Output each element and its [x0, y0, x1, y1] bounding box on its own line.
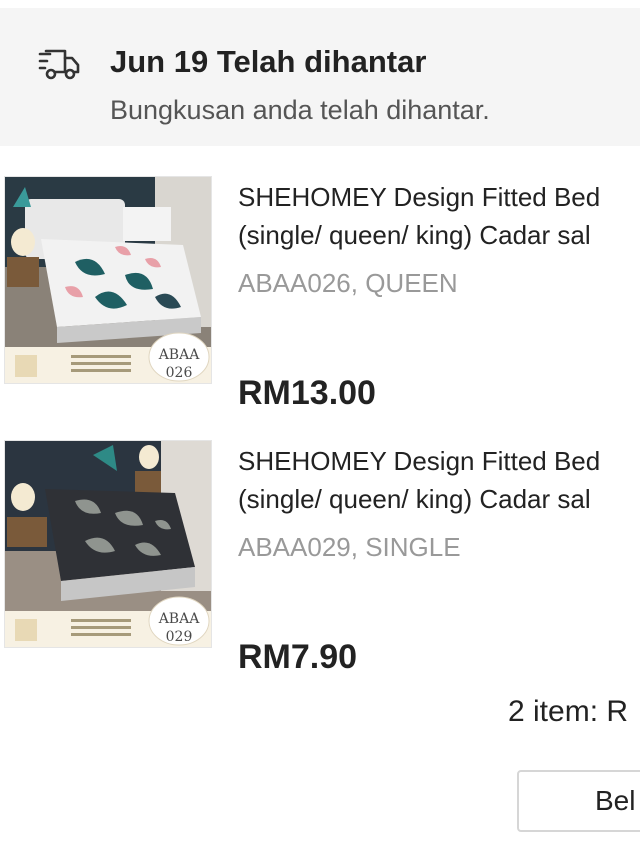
product-variant: ABAA029, SINGLE: [238, 532, 461, 562]
product-title-line-1: SHEHOMEY Design Fitted Bed: [238, 446, 601, 476]
product-title[interactable]: SHEHOMEY Design Fitted Bed (single/ quee…: [238, 442, 640, 518]
product-title[interactable]: SHEHOMEY Design Fitted Bed (single/ quee…: [238, 178, 640, 254]
buy-again-button[interactable]: Bel: [517, 770, 640, 832]
product-price: RM7.90: [238, 638, 358, 676]
order-total-summary: 2 item: R: [508, 695, 629, 728]
delivery-status-subtitle: Bungkusan anda telah dihantar.: [110, 95, 490, 125]
order-item[interactable]: ABAA 029 SHEHOMEY Design Fitted Bed (sin…: [0, 432, 640, 697]
image-code-line-1: ABAA: [158, 611, 201, 627]
product-image: ABAA 026: [4, 176, 212, 384]
image-code-line-1: ABAA: [158, 347, 201, 363]
product-image: ABAA 029: [4, 440, 212, 648]
product-price: RM13.00: [238, 374, 376, 412]
delivery-status-title: Jun 19 Telah dihantar: [110, 44, 427, 79]
product-title-line-2: (single/ queen/ king) Cadar sal: [238, 484, 591, 514]
product-variant: ABAA026, QUEEN: [238, 268, 458, 298]
image-code-line-2: 026: [166, 365, 193, 381]
image-code-line-2: 029: [166, 629, 193, 645]
order-item[interactable]: ABAA 026 SHEHOMEY Design Fitted Bed (sin…: [0, 168, 640, 433]
product-title-line-2: (single/ queen/ king) Cadar sal: [238, 220, 591, 250]
delivery-truck-icon: [38, 48, 80, 82]
product-title-line-1: SHEHOMEY Design Fitted Bed: [238, 182, 601, 212]
delivery-status-banner[interactable]: Jun 19 Telah dihantar Bungkusan anda tel…: [0, 8, 640, 146]
